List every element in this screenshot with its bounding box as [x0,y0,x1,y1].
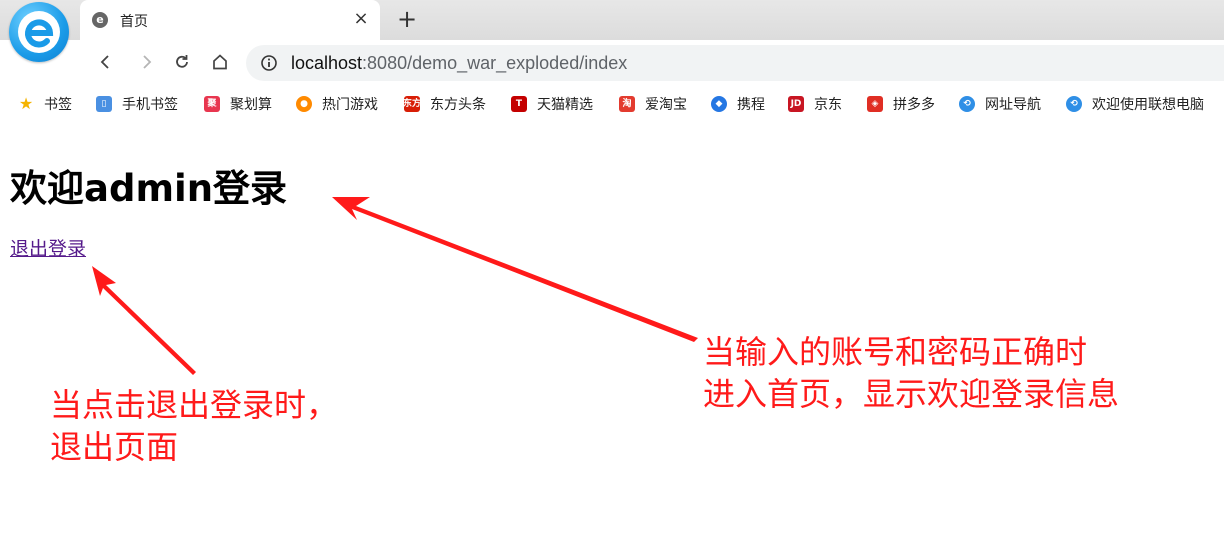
game-icon: ● [296,96,312,112]
annotation-left-line: 退出页面 [50,428,179,466]
tab-title: 首页 [120,14,148,30]
annotation-left-line: 当点击退出登录时， [50,386,339,424]
bookmark-label: 天猫精选 [537,97,593,113]
logout-link[interactable]: 退出登录 [10,234,86,261]
navigation-bar: localhost:8080/demo_war_exploded/index [0,40,1224,85]
bookmark-item[interactable]: ◈ 拼多多 [867,94,935,114]
bookmark-label: 欢迎使用联想电脑 [1092,97,1204,113]
bookmark-label: 拼多多 [893,97,935,113]
address-bar[interactable]: localhost:8080/demo_war_exploded/index [246,45,1224,81]
bookmark-label: 爱淘宝 [645,97,687,113]
tab-strip: e 首页 × + [0,0,1224,40]
url-host: localhost [291,53,363,73]
annotation-right-line: 当输入的账号和密码正确时 [703,333,1088,371]
url-path: :8080/demo_war_exploded/index [362,53,628,73]
bookmark-item[interactable]: ⟲ 网址导航 [959,94,1041,114]
bookmark-item[interactable]: ● 热门游戏 [296,94,378,114]
arrow-to-heading [332,197,698,342]
browser-logo-icon [9,2,69,62]
bookmark-item[interactable]: 东方 东方头条 [403,94,486,114]
bookmark-item[interactable]: JD 京东 [788,94,842,114]
bookmark-label: 东方头条 [430,97,486,113]
bookmark-label: 热门游戏 [322,97,378,113]
arrow-to-logout-link [92,266,196,375]
bookmark-label: 网址导航 [985,97,1041,113]
star-icon: ★ [18,94,34,113]
lenovo-icon: ⟲ [1066,96,1082,112]
phone-icon: ▯ [96,96,112,112]
taobao-icon: 淘 [619,96,635,112]
pinduoduo-icon: ◈ [867,96,883,112]
chevron-right-icon[interactable] [134,50,158,74]
ctrip-icon: ◆ [711,96,727,112]
new-tab-icon[interactable]: + [394,6,420,32]
bookmark-item[interactable]: 聚聚划算 [204,94,272,114]
bookmark-label: 手机书签 [122,97,178,113]
e-browser-icon: e [92,12,108,28]
bookmark-item[interactable]: ◆ 携程 [711,94,765,114]
bookmark-label: 携程 [737,97,765,113]
url-text[interactable]: localhost:8080/demo_war_exploded/index [291,53,627,74]
info-icon[interactable] [260,54,278,72]
bookmark-label: 京东 [814,97,842,113]
close-icon[interactable]: × [350,8,372,30]
chevron-left-icon[interactable] [94,50,118,74]
annotation-left: 当点击退出登录时， 退出页面 [50,384,338,468]
dongfang-icon: 东方 [403,96,421,112]
page-heading: 欢迎admin登录 [10,167,288,210]
bookmark-label: 聚划算 [230,97,272,113]
home-icon[interactable] [208,50,232,74]
bookmark-item[interactable]: T 天猫精选 [511,94,593,114]
tmall-icon: T [511,96,527,112]
bookmark-item[interactable]: ▯ 手机书签 [96,94,178,114]
annotation-right: 当输入的账号和密码正确时 进入首页，显示欢迎登录信息 [703,331,1119,415]
tab-home[interactable]: e 首页 × [80,0,380,40]
bookmark-item[interactable]: ★ 书签 [18,94,72,114]
jd-icon: JD [788,96,804,112]
reload-icon[interactable] [170,50,194,74]
bookmark-item[interactable]: ⟲ 欢迎使用联想电脑 [1066,94,1204,114]
annotation-right-line: 进入首页，显示欢迎登录信息 [703,375,1120,413]
bookmark-item[interactable]: 淘爱淘宝 [619,94,687,114]
juhuasuan-icon: 聚 [204,96,220,112]
bookmark-label: 书签 [44,97,72,113]
nav-site-icon: ⟲ [959,96,975,112]
bookmarks-bar: ★ 书签 ▯ 手机书签 聚聚划算 ● 热门游戏 东方 东方头条 T 天猫精选 淘爱淘宝 ◆ 携程 JD 京东 ◈… [0,88,1224,120]
